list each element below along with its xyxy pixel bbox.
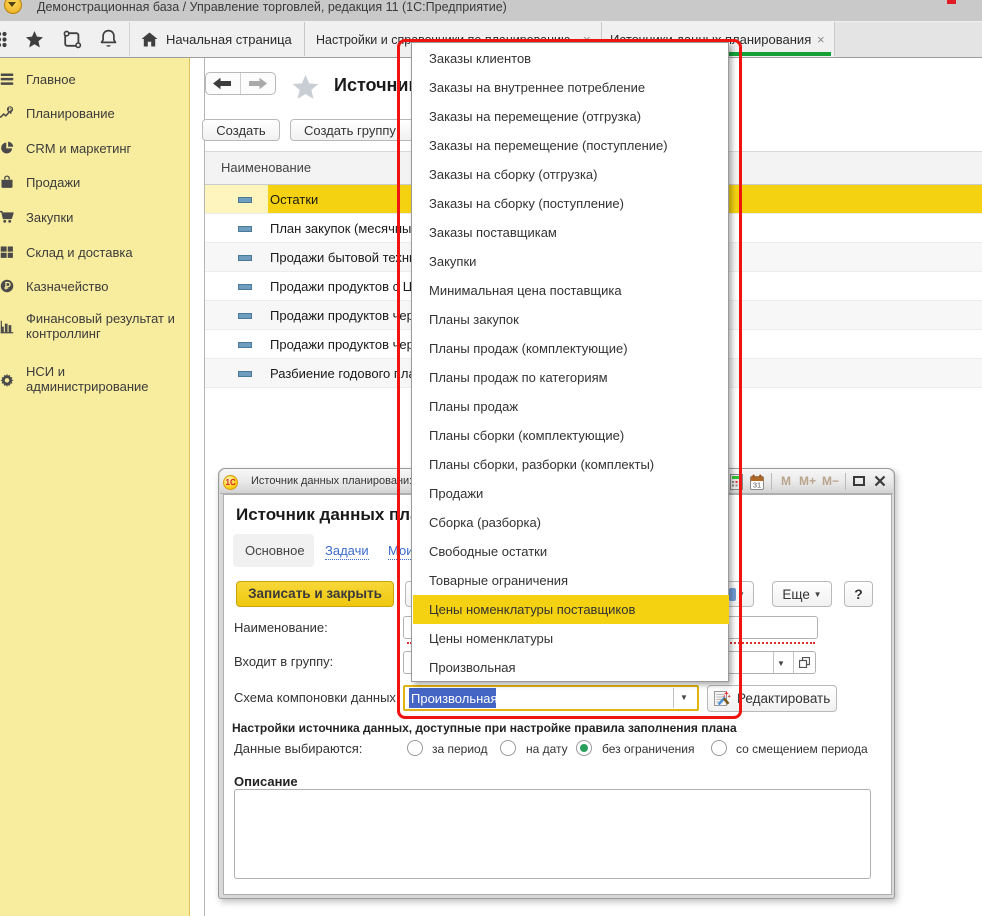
- svg-text:31: 31: [753, 481, 761, 490]
